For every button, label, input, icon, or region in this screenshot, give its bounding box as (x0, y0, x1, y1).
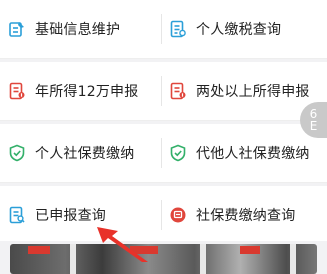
service-label: 年所得12万申报 (35, 84, 139, 100)
column-divider (161, 14, 162, 44)
service-label: 个人缴税查询 (196, 22, 282, 38)
service-annual-income-declaration[interactable]: 年所得12万申报 (8, 62, 158, 120)
service-row: 基础信息维护 个人缴税查询 (0, 0, 327, 59)
declaration-document-icon (8, 82, 26, 100)
promo-banner[interactable] (10, 244, 317, 274)
service-label: 社保费缴纳查询 (196, 208, 296, 224)
service-row: 已申报查询 社保费缴纳查询 (0, 186, 327, 245)
service-grid: 基础信息维护 个人缴税查询 年所得12万申报 两处以上所得申报 个人社保费缴纳 … (0, 0, 327, 245)
query-circle-icon (169, 206, 187, 224)
service-label: 已申报查询 (35, 208, 106, 224)
column-divider (161, 138, 162, 168)
service-row: 个人社保费缴纳 代他人社保费缴纳 (0, 124, 327, 183)
column-divider (161, 76, 162, 106)
tax-document-icon (169, 20, 187, 38)
query-document-icon (8, 206, 26, 224)
service-label: 个人社保费缴纳 (35, 146, 135, 162)
column-divider (161, 200, 162, 230)
edit-document-icon (8, 20, 26, 38)
shield-icon (8, 144, 26, 162)
service-label: 代他人社保费缴纳 (196, 146, 310, 162)
service-personal-social-security[interactable]: 个人社保费缴纳 (8, 124, 158, 182)
shield-icon (169, 144, 187, 162)
service-proxy-social-security[interactable]: 代他人社保费缴纳 (169, 124, 327, 182)
service-label: 两处以上所得申报 (196, 84, 310, 100)
service-label: 基础信息维护 (35, 22, 121, 38)
service-declared-query[interactable]: 已申报查询 (8, 186, 158, 244)
service-row: 年所得12万申报 两处以上所得申报 (0, 62, 327, 121)
service-social-security-query[interactable]: 社保费缴纳查询 (169, 186, 327, 244)
side-tab-label: 6E (309, 107, 318, 133)
declaration-document-icon (169, 82, 187, 100)
service-personal-tax-query[interactable]: 个人缴税查询 (169, 0, 327, 58)
service-basic-info[interactable]: 基础信息维护 (8, 0, 158, 58)
